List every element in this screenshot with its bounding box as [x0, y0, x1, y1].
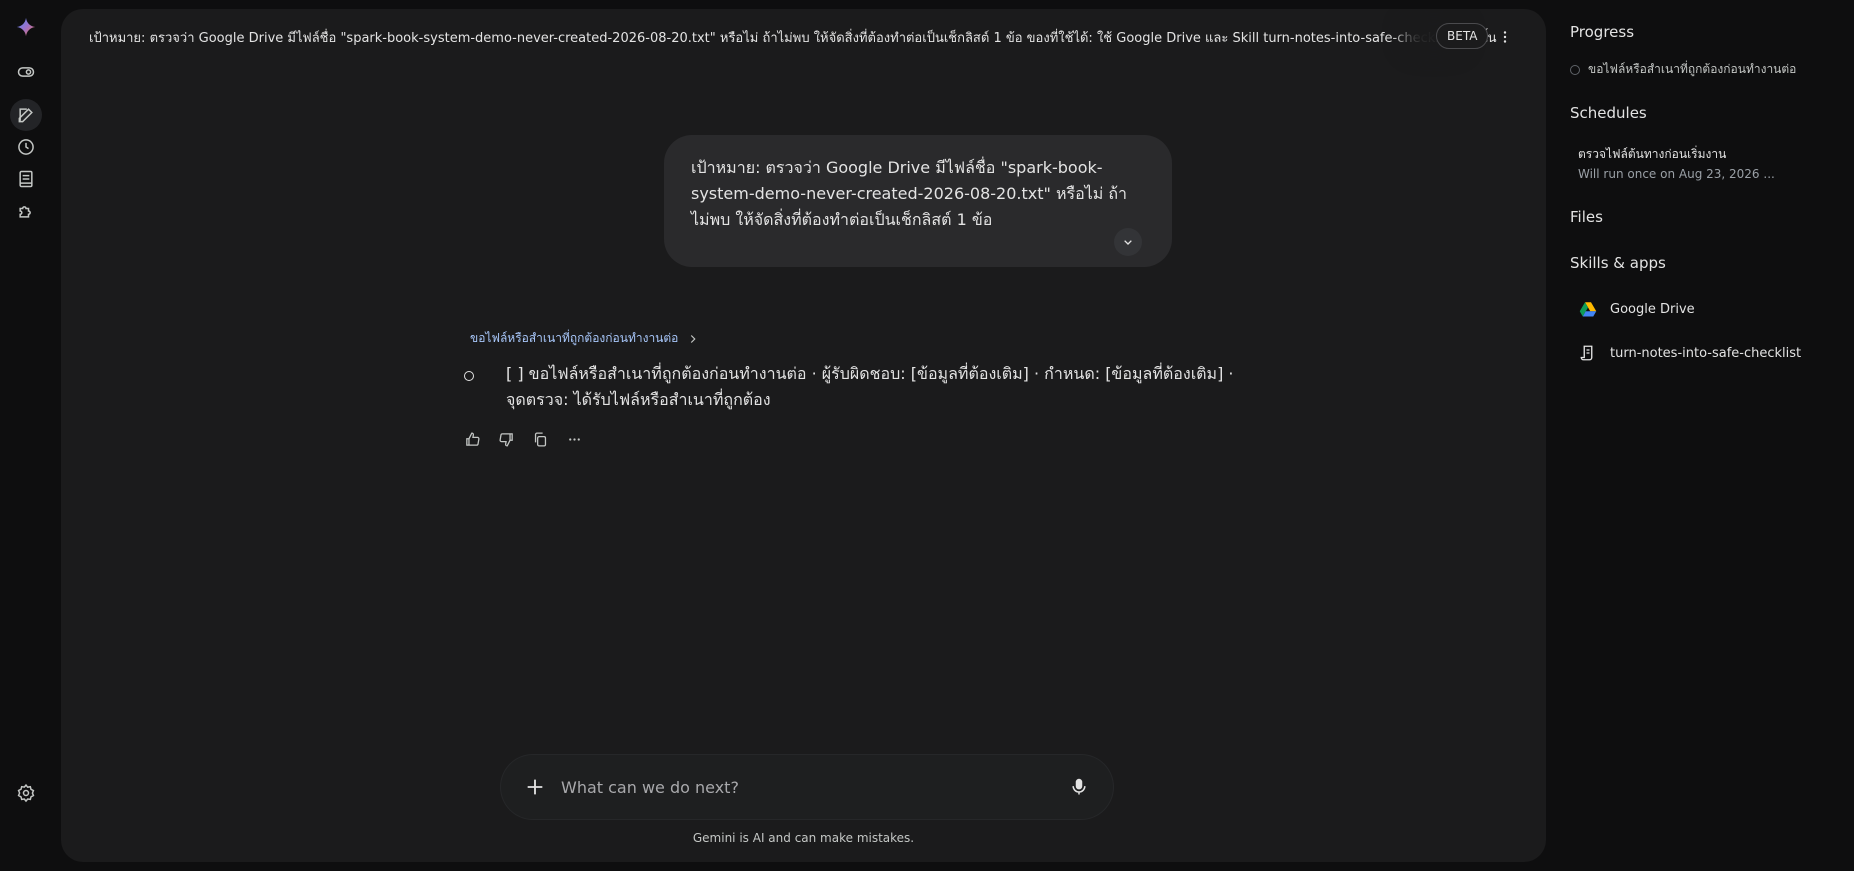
plus-icon[interactable]	[523, 775, 547, 799]
top-bar: เป้าหมาย: ตรวจว่า Google Drive มีไฟล์ชื่…	[61, 9, 1546, 61]
microphone-icon[interactable]	[1067, 775, 1091, 799]
main-panel: เป้าหมาย: ตรวจว่า Google Drive มีไฟล์ชื่…	[61, 9, 1546, 862]
user-message-bubble: เป้าหมาย: ตรวจว่า Google Drive มีไฟล์ชื่…	[664, 135, 1172, 267]
more-actions-icon[interactable]	[562, 427, 586, 451]
chevron-down-icon[interactable]	[1114, 228, 1142, 256]
schedule-subtitle: Will run once on Aug 23, 2026 ...	[1578, 167, 1775, 181]
side-panel: Progress ขอไฟล์หรือสำเนาที่ถูกต้องก่อนทำ…	[1556, 0, 1854, 871]
app-item-label: Google Drive	[1610, 301, 1695, 317]
left-rail	[0, 0, 52, 871]
beta-badge: BETA	[1436, 23, 1489, 49]
history-icon[interactable]	[10, 131, 42, 163]
files-heading: Files	[1570, 208, 1603, 226]
thumbs-up-icon[interactable]	[460, 427, 484, 451]
skill-scroll-icon	[1578, 343, 1598, 363]
disclaimer-text: Gemini is AI and can make mistakes.	[692, 831, 915, 845]
new-chat-icon[interactable]	[10, 99, 42, 131]
settings-icon[interactable]	[10, 777, 42, 809]
response-checklist-item: [ ] ขอไฟล์หรือสำเนาที่ถูกต้องก่อนทำงานต่…	[506, 364, 1234, 409]
thought-summary-link[interactable]: ขอไฟล์หรือสำเนาที่ถูกต้องก่อนทำงานต่อ	[470, 329, 700, 348]
thumbs-down-icon[interactable]	[494, 427, 518, 451]
user-message-text: เป้าหมาย: ตรวจว่า Google Drive มีไฟล์ชื่…	[691, 158, 1128, 229]
skills-apps-heading: Skills & apps	[1570, 254, 1666, 272]
app-item-google-drive[interactable]: Google Drive	[1578, 299, 1695, 319]
prompt-composer	[501, 755, 1113, 819]
progress-item-label: ขอไฟล์หรือสำเนาที่ถูกต้องก่อนทำงานต่อ	[1588, 62, 1797, 76]
app-item-turn-notes-into-safe-checklist[interactable]: turn-notes-into-safe-checklist	[1578, 343, 1801, 363]
pending-circle-icon	[1570, 64, 1580, 75]
progress-item: ขอไฟล์หรือสำเนาที่ถูกต้องก่อนทำงานต่อ	[1570, 60, 1796, 79]
list-bullet	[464, 371, 474, 381]
prompt-input[interactable]	[561, 771, 1031, 803]
schedule-title: ตรวจไฟล์ต้นทางก่อนเริ่มงาน	[1578, 147, 1727, 161]
library-icon[interactable]	[10, 163, 42, 195]
copy-icon[interactable]	[528, 427, 552, 451]
app-item-label: turn-notes-into-safe-checklist	[1610, 345, 1802, 361]
response-actions	[460, 427, 586, 451]
chevron-right-icon	[691, 334, 696, 343]
extensions-icon[interactable]	[10, 195, 42, 227]
google-drive-icon	[1578, 299, 1598, 319]
progress-heading: Progress	[1570, 23, 1635, 41]
thought-summary-label: ขอไฟล์หรือสำเนาที่ถูกต้องก่อนทำงานต่อ	[470, 331, 679, 345]
more-options-icon[interactable]	[1493, 25, 1517, 49]
toggle-icon[interactable]	[10, 56, 42, 88]
schedules-heading: Schedules	[1570, 104, 1647, 122]
schedule-item[interactable]: ตรวจไฟล์ต้นทางก่อนเริ่มงาน Will run once…	[1578, 145, 1838, 181]
gemini-spark-icon[interactable]	[10, 11, 42, 43]
conversation-title: เป้าหมาย: ตรวจว่า Google Drive มีไฟล์ชื่…	[89, 31, 1499, 46]
